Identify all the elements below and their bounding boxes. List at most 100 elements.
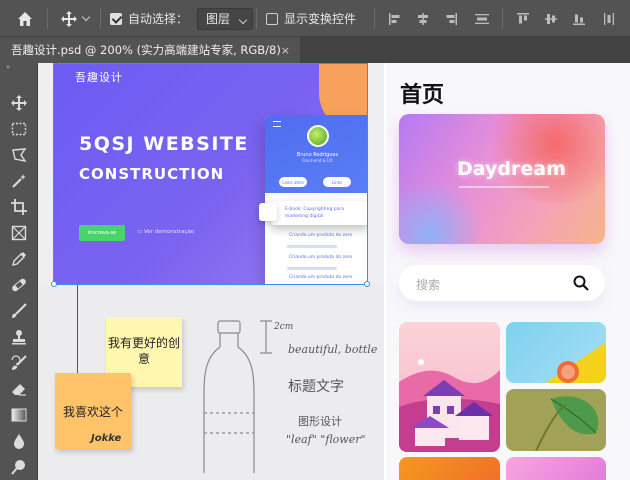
align-right-button[interactable] — [444, 0, 458, 37]
mobile-page-title: 首页 — [400, 83, 445, 108]
document-tab-strip: 吾趣设计.psd @ 200% (实力高端建站专家, RGB/8) × — [0, 37, 630, 63]
mock-item-1: Criando um produto do zero — [289, 233, 353, 238]
align-horizontal-center-icon — [418, 12, 428, 25]
align-top-icon — [517, 12, 529, 23]
frame-icon — [11, 225, 27, 241]
profile-role: Front-end & UX — [302, 158, 333, 163]
floating-ebook-card: E-book: Copyrighting para marketing digi… — [259, 201, 367, 225]
align-left-icon — [389, 12, 400, 25]
close-icon[interactable]: × — [281, 44, 290, 57]
banner-word: Daydream — [457, 158, 566, 180]
magic-wand-tool[interactable] — [7, 169, 31, 193]
auto-select-checkbox[interactable]: 自动选择： — [110, 0, 188, 37]
move-arrows-icon — [61, 10, 77, 27]
marquee-tool[interactable] — [7, 117, 31, 141]
pink-abstract-tile — [506, 457, 606, 480]
eraser-tool[interactable] — [7, 377, 31, 401]
history-brush-tool[interactable] — [7, 351, 31, 375]
note-title: 标题文字 — [288, 379, 344, 395]
eyedropper-tool[interactable] — [7, 247, 31, 271]
house-illustration-tile — [399, 322, 500, 452]
clone-stamp-tool[interactable] — [7, 325, 31, 349]
search-icon — [573, 275, 589, 291]
brush-icon — [12, 303, 27, 318]
sticky-note-like-this-text: 我喜欢这个 — [62, 405, 123, 419]
signature: Jokke — [91, 433, 122, 444]
daydream-banner: Daydream — [399, 114, 605, 244]
dodge-tool[interactable] — [7, 455, 31, 479]
mock-item-2: Criando um produto do zero — [289, 255, 353, 260]
lasso-tool[interactable] — [7, 143, 31, 167]
history-brush-icon — [11, 355, 27, 370]
move-tool-preset[interactable] — [60, 0, 91, 37]
align-bottom-button[interactable] — [572, 0, 586, 37]
align-vertical-center-icon — [545, 13, 557, 24]
document-tab-title: 吾趣设计.psd @ 200% (实力高端建站专家, RGB/8) — [11, 43, 281, 57]
home-icon — [18, 11, 32, 26]
align-bottom-icon — [573, 14, 585, 25]
show-transform-checkbox[interactable]: 显示变换控件 — [266, 0, 356, 37]
mock-item-3: Criando um produto do zero — [289, 275, 353, 280]
marquee-icon — [11, 122, 27, 136]
floating-ebook-text: E-book: Copyrighting para marketing digi… — [285, 207, 344, 219]
note-size: 2cm — [273, 322, 293, 332]
mobile-search-bar: 搜索 — [399, 265, 605, 301]
lasso-icon — [12, 148, 27, 163]
crop-tool[interactable] — [7, 195, 31, 219]
eyedropper-icon — [12, 252, 26, 266]
sticky-note-like-this: 我喜欢这个 Jokke — [55, 373, 131, 449]
note-beautiful: beautiful, bottle — [288, 343, 378, 356]
hero-brand: 吾趣设计 — [75, 71, 123, 84]
chevron-down-icon — [81, 12, 91, 22]
note-graphic: 图形设计 — [298, 415, 342, 428]
align-hcenter-button[interactable] — [416, 0, 430, 37]
connector-line — [77, 285, 78, 375]
auto-select-label: 自动选择： — [128, 12, 189, 26]
citrus-photo-tile — [506, 322, 606, 383]
hamburger-icon — [273, 121, 281, 127]
options-bar: 自动选择： 图层 显示变换控件 — [0, 0, 630, 37]
checkbox-checked-icon — [110, 12, 122, 25]
layer-select-dropdown[interactable]: 图层 — [197, 0, 254, 37]
home-button[interactable] — [16, 0, 34, 37]
align-vcenter-button[interactable] — [544, 0, 558, 37]
align-right-icon — [446, 12, 457, 25]
stamp-icon — [12, 330, 26, 345]
distribute-vertical-icon — [475, 13, 489, 24]
photoshop-window: 自动选择： 图层 显示变换控件 吾趣设计.psd @ 200% (实力高端建站专… — [0, 0, 630, 480]
distribute-button[interactable] — [474, 0, 490, 37]
gradient-tool[interactable] — [7, 403, 31, 427]
magic-wand-icon — [12, 174, 26, 188]
move-tool[interactable] — [7, 91, 31, 115]
search-placeholder: 搜索 — [416, 278, 441, 292]
document-canvas[interactable]: 吾趣设计 5QSJ WEBSITE CONSTRUCTION Inscreva-… — [38, 63, 630, 480]
checkbox-unchecked-icon — [266, 12, 278, 25]
distribute-h-button[interactable] — [602, 0, 616, 37]
healing-brush-tool[interactable] — [7, 273, 31, 297]
note-leaf-flower: "leaf" "flower" — [286, 433, 366, 446]
water-drop-icon — [14, 434, 24, 449]
hero-title: 5QSJ WEBSITE — [79, 133, 249, 155]
align-left-button[interactable] — [388, 0, 402, 37]
hero-cta-button: Inscreva-se — [79, 225, 125, 241]
profile-mockup-card: Bruno Rodrigues Front-end & UX Links útei… — [265, 115, 367, 285]
crop-icon — [11, 199, 27, 215]
frame-tool[interactable] — [7, 221, 31, 245]
orange-abstract-tile — [399, 457, 500, 480]
gradient-icon — [11, 408, 27, 422]
hero-demo-link: ▭ Ver demonstração — [137, 229, 195, 235]
bandage-icon — [12, 278, 26, 292]
toolbar-collapse-handle[interactable]: » — [0, 63, 37, 73]
brush-tool[interactable] — [7, 299, 31, 323]
distribute-horizontal-icon — [604, 12, 614, 25]
mobile-artboard: 首页 Daydream 搜索 — [386, 63, 630, 480]
book-icon — [259, 203, 277, 221]
eraser-icon — [12, 384, 26, 396]
tools-panel: » — [0, 63, 38, 480]
align-top-button[interactable] — [516, 0, 530, 37]
blur-tool[interactable] — [7, 429, 31, 453]
layer-select-value: 图层 — [206, 12, 231, 26]
move-arrows-icon — [11, 95, 27, 111]
document-tab[interactable]: 吾趣设计.psd @ 200% (实力高端建站专家, RGB/8) × — [0, 37, 300, 63]
hero-subtitle: CONSTRUCTION — [79, 165, 225, 183]
